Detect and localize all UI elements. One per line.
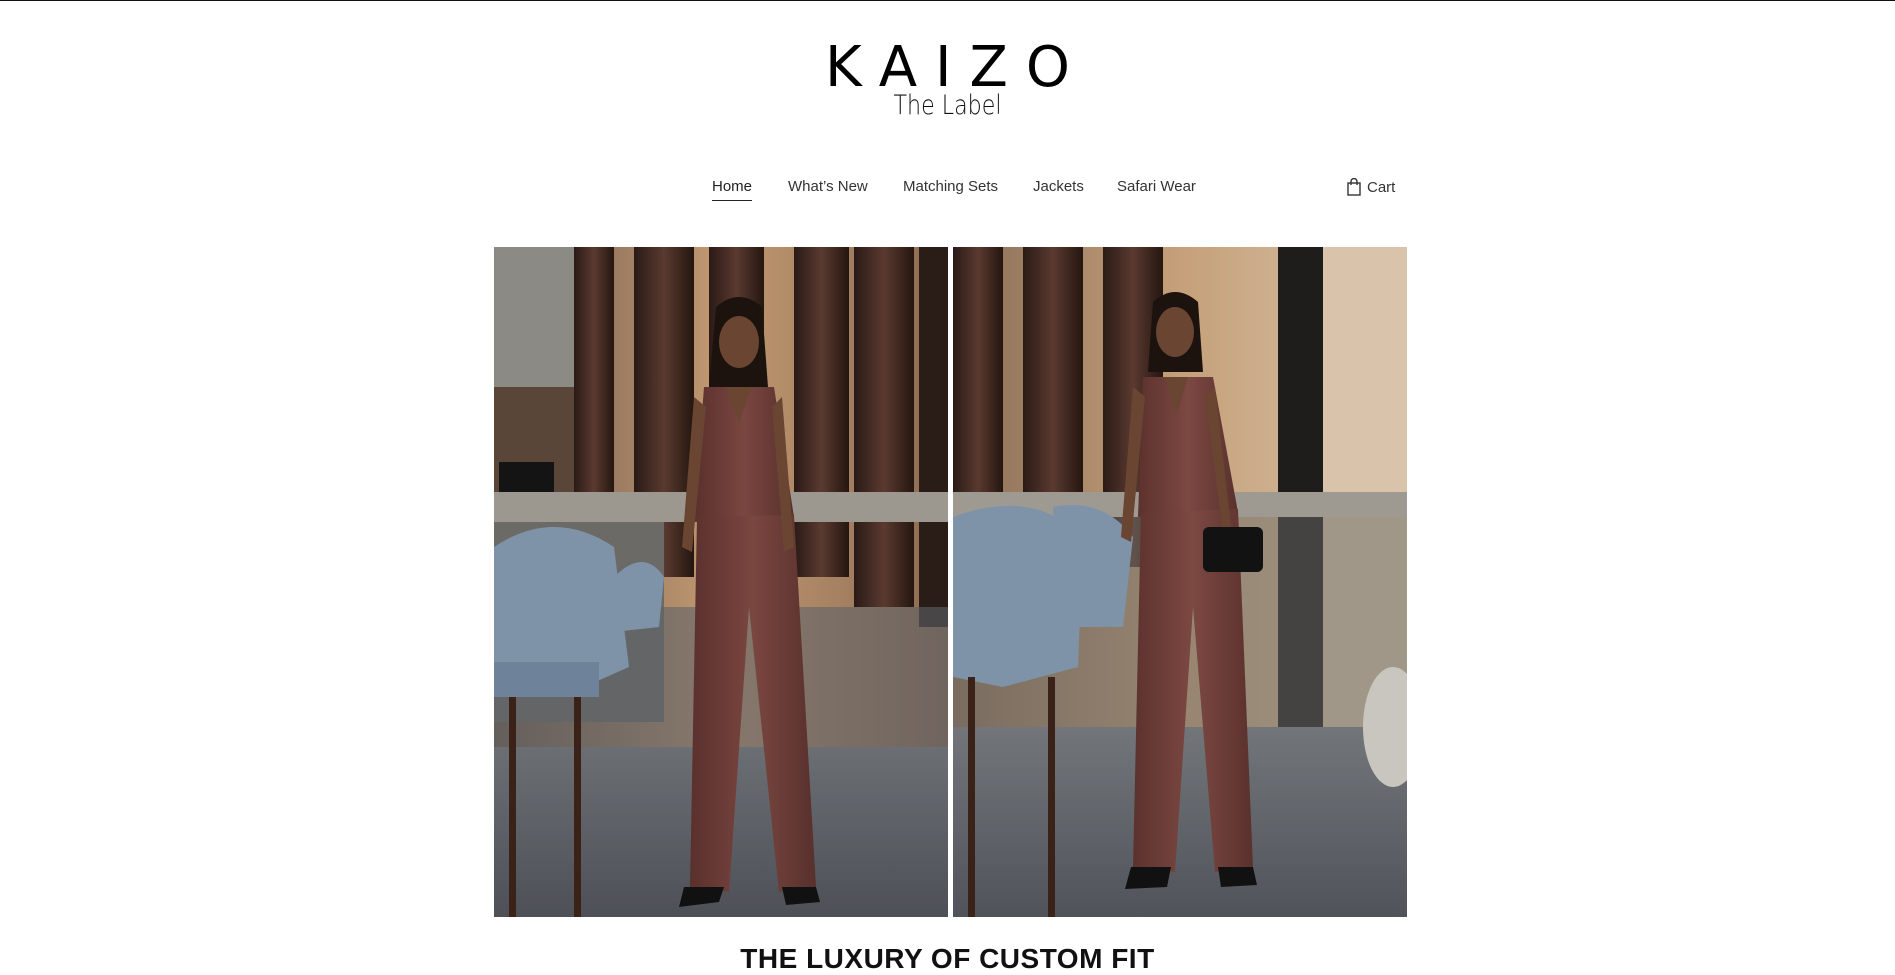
model-photo-image — [494, 247, 948, 917]
main-nav: Home What’s New Matching Sets Jackets Sa… — [0, 175, 1895, 201]
hero-tagline: THE LUXURY OF CUSTOM FIT — [740, 943, 1155, 974]
hero-gallery — [494, 247, 1407, 917]
brand-logo[interactable]: KAIZO The Label — [0, 38, 1895, 120]
brand-name: KAIZO — [824, 35, 1088, 100]
cart-label: Cart — [1367, 178, 1396, 196]
top-border — [0, 0, 1895, 1]
model-photo-image — [953, 247, 1407, 917]
shopping-bag-icon — [1347, 178, 1361, 196]
nav-item-jackets[interactable]: Jackets — [1033, 175, 1084, 199]
hero-photo-left[interactable] — [494, 247, 948, 917]
nav-item-whats-new[interactable]: What’s New — [788, 175, 868, 199]
hero-photo-right[interactable] — [953, 247, 1407, 917]
nav-item-home[interactable]: Home — [712, 175, 753, 201]
nav-item-matching-sets[interactable]: Matching Sets — [903, 175, 998, 199]
brand-subtitle: The Label — [893, 90, 1002, 121]
cart-link[interactable]: Cart — [1347, 175, 1395, 199]
nav-item-safari-wear[interactable]: Safari Wear — [1117, 175, 1196, 199]
